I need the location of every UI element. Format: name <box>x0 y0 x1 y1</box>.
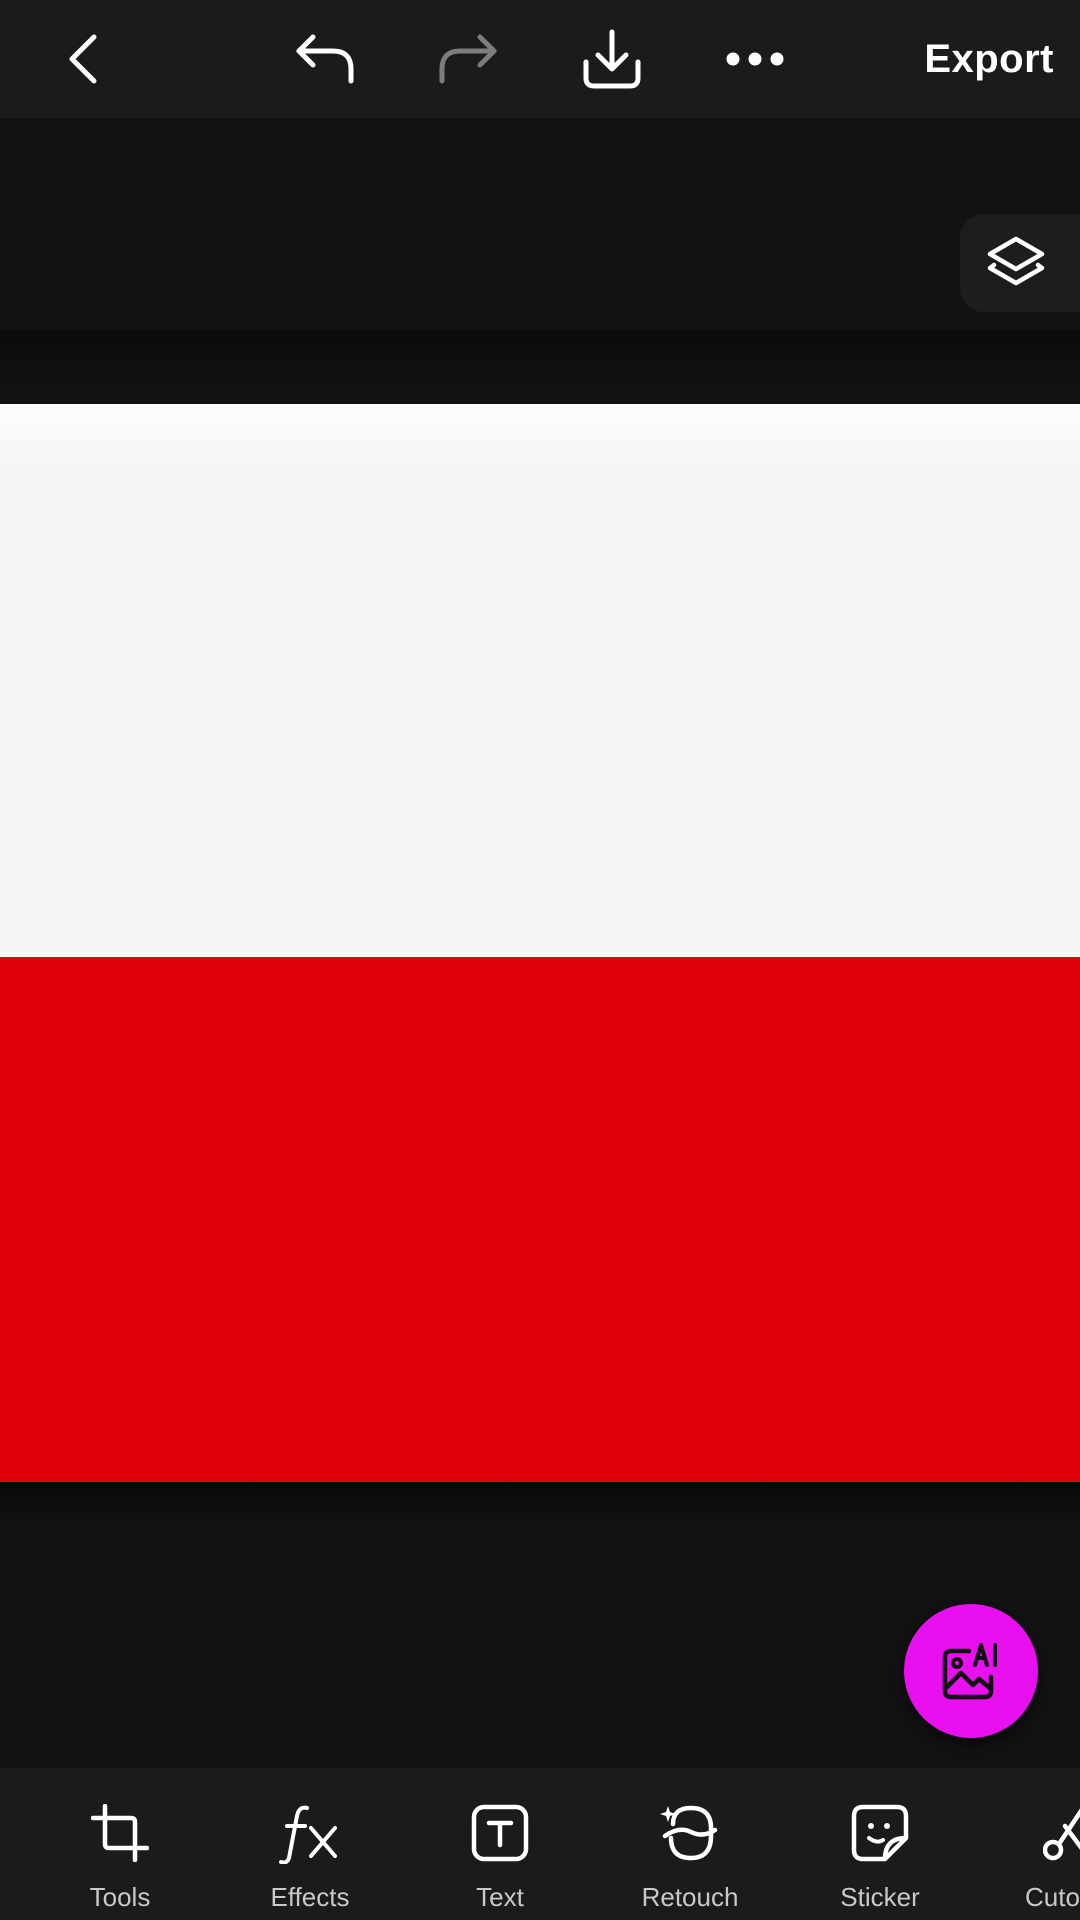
ai-image-icon <box>942 1643 997 1700</box>
chevron-left-icon <box>69 34 97 84</box>
tool-retouch[interactable]: Retouch <box>615 1768 765 1920</box>
canvas-shadow <box>0 330 1080 390</box>
tool-label: Retouch <box>641 1882 739 1912</box>
layers-button[interactable] <box>960 214 1080 312</box>
top-toolbar: Export <box>0 0 1080 118</box>
tool-text[interactable]: Text <box>425 1768 575 1920</box>
tool-cutout[interactable]: Cuto <box>995 1768 1080 1920</box>
tool-sticker[interactable]: Sticker <box>805 1768 955 1920</box>
scissors-icon <box>1043 1808 1080 1861</box>
fx-icon <box>279 1805 337 1864</box>
export-button[interactable]: Export <box>924 20 1054 98</box>
tool-tools[interactable]: Tools <box>45 1768 195 1920</box>
redo-icon <box>439 34 497 84</box>
tool-label: Effects <box>270 1882 350 1912</box>
tool-label: Text <box>476 1882 524 1912</box>
more-horizontal-icon <box>726 52 784 66</box>
retouch-icon <box>660 1805 718 1861</box>
text-icon <box>471 1804 529 1862</box>
ai-tools-button[interactable] <box>904 1604 1038 1738</box>
layers-icon <box>987 236 1045 286</box>
undo-button[interactable] <box>290 20 360 98</box>
image-red-band <box>0 957 1080 1482</box>
tool-label: Sticker <box>840 1882 920 1912</box>
tool-effects[interactable]: Effects <box>235 1768 385 1920</box>
back-button[interactable] <box>52 20 116 98</box>
image-white-band <box>0 404 1080 957</box>
download-icon <box>583 29 641 89</box>
crop-icon <box>91 1804 149 1862</box>
undo-icon <box>296 34 354 84</box>
bottom-toolbar: Tools Effects Text Retouch Sticker Cuto <box>0 1768 1080 1920</box>
tool-label: Cuto <box>1025 1882 1080 1912</box>
download-button[interactable] <box>577 20 647 98</box>
tool-label: Tools <box>89 1882 151 1912</box>
more-options-button[interactable] <box>720 20 790 98</box>
sticker-icon <box>851 1804 909 1862</box>
canvas-image[interactable] <box>0 404 1080 1482</box>
canvas-shadow <box>0 1482 1080 1522</box>
redo-button[interactable] <box>433 20 503 98</box>
